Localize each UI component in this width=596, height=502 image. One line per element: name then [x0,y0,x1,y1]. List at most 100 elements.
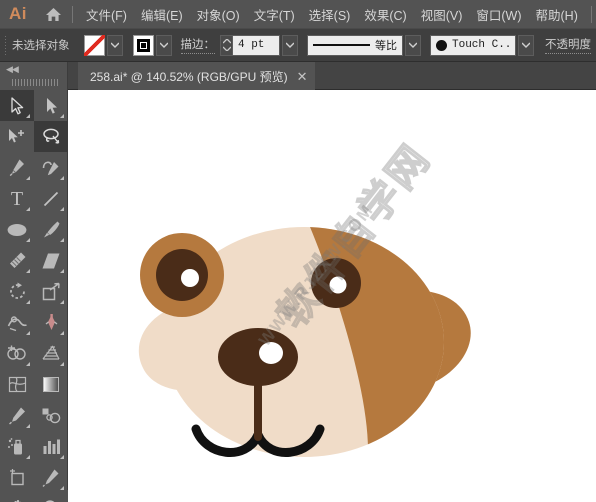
tool-pen[interactable] [0,152,34,183]
stroke-color-control [132,34,172,56]
tool-shaper[interactable] [0,245,34,276]
tool-eraser[interactable] [34,245,68,276]
menu-file[interactable]: 文件(F) [79,1,134,28]
opacity-label[interactable]: 不透明度 [545,36,591,54]
tool-more-indicator [26,114,30,118]
stroke-profile-line-icon [313,43,370,47]
tool-curvature[interactable] [34,152,68,183]
tool-paintbrush[interactable] [34,214,68,245]
tool-more-indicator [60,486,64,490]
tool-more-indicator [26,424,30,428]
tool-more-indicator [60,455,64,459]
stroke-profile-control: 等比 [307,34,421,56]
menu-effect[interactable]: 效果(C) [357,1,413,28]
home-icon[interactable] [36,7,70,22]
brush-dot-icon [436,39,447,51]
tool-more-indicator [26,362,30,366]
stroke-weight-control: 4 pt [220,34,298,56]
brush-definition-preview[interactable]: Touch C... [430,34,516,56]
tool-more-indicator [26,331,30,335]
document-tab[interactable]: 258.ai* @ 140.52% (RGB/GPU 预览) ✕ [78,62,315,90]
selection-status-label: 未选择对象 [12,40,70,52]
tool-direct-selection[interactable] [34,90,68,121]
tool-more-indicator [26,455,30,459]
tool-more-indicator [26,269,30,273]
stroke-profile-chevron-down-icon[interactable] [405,34,421,56]
toolbar-grip[interactable] [0,76,67,88]
tool-eyedropper[interactable] [0,400,34,431]
tool-perspective-grid[interactable] [34,338,68,369]
tool-more-indicator [60,362,64,366]
menu-divider [72,5,73,23]
tool-more-indicator [60,114,64,118]
stroke-weight-chevron-down-icon[interactable] [282,34,298,56]
menu-type[interactable]: 文字(T) [247,1,302,28]
tool-lasso[interactable] [34,121,68,152]
artboard-canvas[interactable]: 软件自学网 WWW.RJZXW.COM [68,90,596,502]
tool-scale[interactable] [34,276,68,307]
brush-definition-chevron-down-icon[interactable] [518,34,534,56]
tool-ellipse[interactable] [0,214,34,245]
menu-bar-end-divider [591,5,592,23]
stroke-profile-preview[interactable]: 等比 [307,34,403,56]
tool-selection[interactable] [0,90,34,121]
tool-width[interactable] [0,307,34,338]
tool-more-indicator [60,331,64,335]
tool-more-indicator [26,207,30,211]
document-tab-title: 258.ai* @ 140.52% (RGB/GPU 预览) [90,69,288,84]
tool-slice[interactable] [34,462,68,493]
dog-nose-highlight [259,342,283,364]
illustrator-window: Ai 文件(F) 编辑(E) 对象(O) 文字(T) 选择(S) 效果(C) 视… [0,0,596,502]
tool-free-transform[interactable] [34,307,68,338]
stroke-profile-label: 等比 [375,40,397,52]
tool-grid: T [0,88,68,502]
tool-mesh[interactable] [0,369,34,400]
menu-window[interactable]: 窗口(W) [469,1,528,28]
menu-help[interactable]: 帮助(H) [529,1,585,28]
tool-type[interactable]: T [0,183,34,214]
tool-rotate[interactable] [0,276,34,307]
tool-line-segment[interactable] [34,183,68,214]
stroke-weight-stepper[interactable] [220,34,232,56]
tool-more-indicator [60,269,64,273]
tool-more-indicator [60,238,64,242]
brush-definition-control: Touch C... [430,34,534,56]
document-tab-bar: 258.ai* @ 140.52% (RGB/GPU 预览) ✕ [68,62,596,90]
ai-logo: Ai [9,4,27,23]
fill-swatch-none[interactable] [83,34,105,56]
control-bar: 未选择对象 描边： 4 pt 等比 Touch C. 不透明度 [0,29,596,62]
stroke-weight-label[interactable]: 描边： [180,36,215,54]
tool-gradient[interactable] [34,369,68,400]
menu-select[interactable]: 选择(S) [302,1,358,28]
menu-object[interactable]: 对象(O) [190,1,247,28]
tool-symbol-sprayer[interactable] [0,431,34,462]
tool-shape-builder[interactable] [0,338,34,369]
tool-more-indicator [60,300,64,304]
stroke-swatch-black[interactable] [132,34,154,56]
tool-more-indicator [26,300,30,304]
tool-artboard[interactable] [0,462,34,493]
dog-eye-right-highlight [329,276,347,294]
menu-edit[interactable]: 编辑(E) [134,1,190,28]
tool-more-indicator [26,176,30,180]
close-icon[interactable]: ✕ [297,70,308,83]
tool-more-indicator [26,238,30,242]
tool-blend[interactable] [34,400,68,431]
dog-eye-left-highlight [181,269,199,287]
dog-nose [218,328,298,386]
tools-panel: ◀◀ T [0,62,68,502]
brush-definition-label: Touch C... [452,39,510,51]
stroke-weight-input[interactable]: 4 pt [232,34,280,56]
tool-more-indicator [60,176,64,180]
toolbar-collapse-button[interactable]: ◀◀ [0,62,67,76]
menu-bar: Ai 文件(F) 编辑(E) 对象(O) 文字(T) 选择(S) 效果(C) 视… [0,0,596,29]
stroke-dropdown-chevron-down-icon[interactable] [155,34,172,56]
fill-dropdown-chevron-down-icon[interactable] [106,34,123,56]
dog-face-illustration[interactable] [68,90,596,502]
fill-control [83,34,123,56]
tool-column-graph[interactable] [34,431,68,462]
tool-magic-wand[interactable] [0,121,34,152]
menu-view[interactable]: 视图(V) [414,1,470,28]
control-bar-grip[interactable] [3,35,6,55]
type-tool-glyph: T [10,187,24,210]
